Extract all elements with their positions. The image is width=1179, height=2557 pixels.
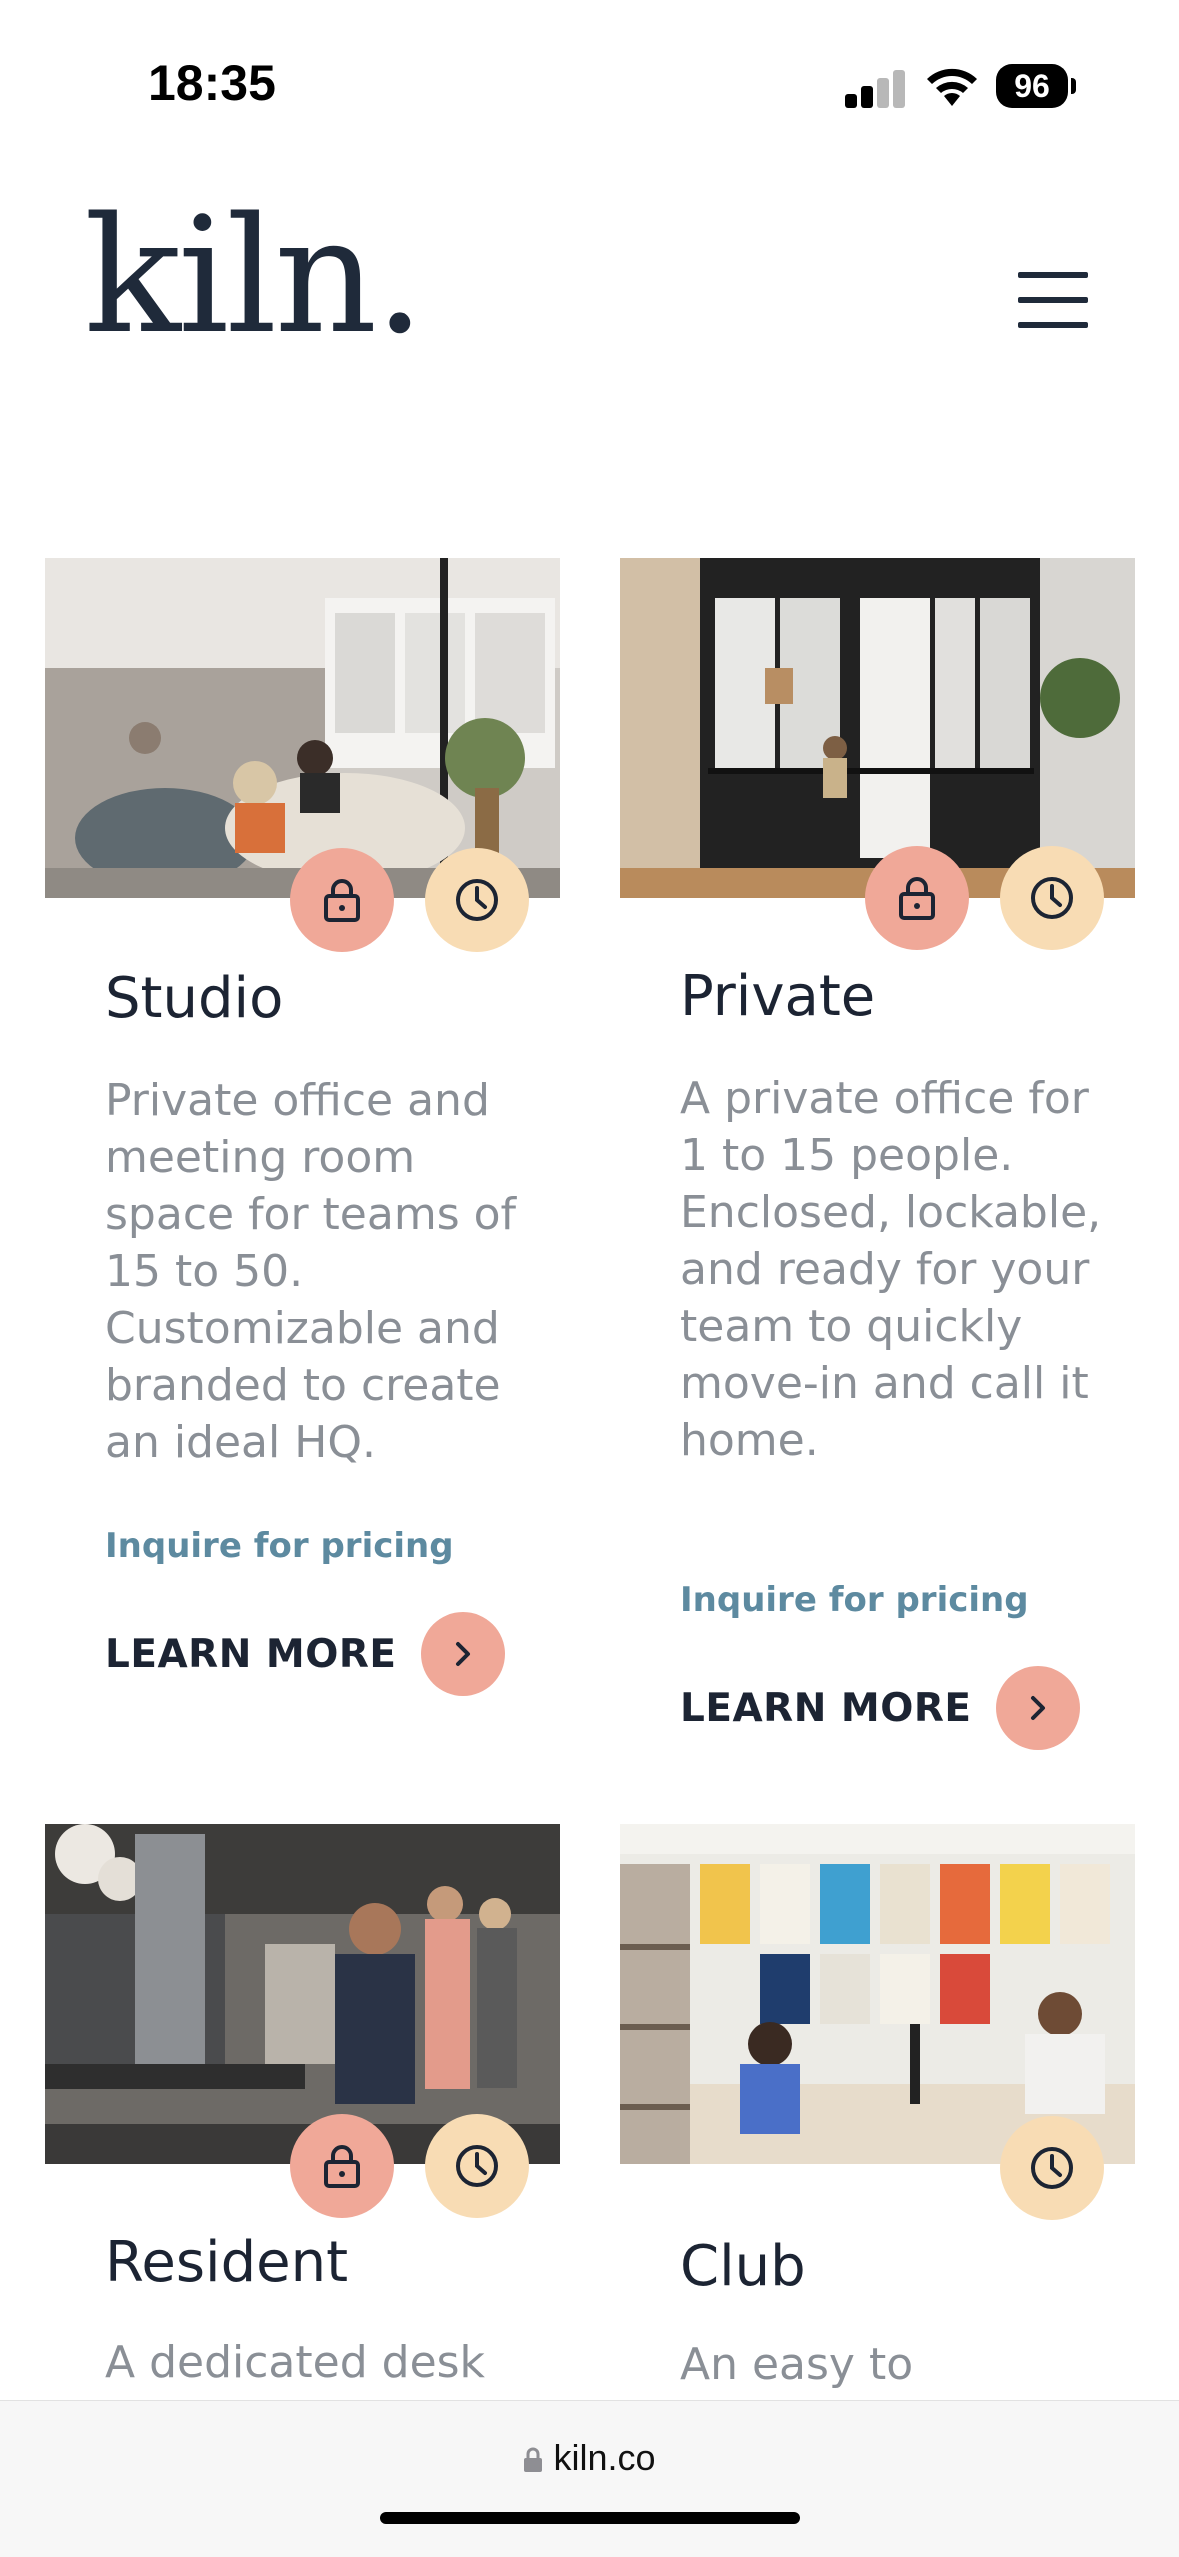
card-club: Club An easy to: [620, 1824, 1135, 2390]
battery-level: 96: [996, 64, 1068, 108]
inquire-pricing-link[interactable]: Inquire for pricing: [105, 1526, 454, 1566]
card-studio: Studio Private office and meeting room s…: [45, 558, 560, 1708]
url-text: kiln.co: [553, 2437, 656, 2478]
lock-badge-icon: [290, 848, 394, 952]
card-title: Club: [680, 2234, 806, 2299]
lock-badge-icon: [865, 846, 969, 950]
card-description: A private office for 1 to 15 people. Enc…: [680, 1073, 1102, 1466]
browser-address-bar[interactable]: kiln.co: [0, 2400, 1179, 2557]
status-time: 18:35: [148, 55, 276, 111]
hamburger-menu-icon[interactable]: [1018, 272, 1090, 328]
chevron-right-icon[interactable]: [420, 1612, 505, 1696]
card-title: Studio: [105, 966, 284, 1031]
inquire-pricing-link[interactable]: Inquire for pricing: [680, 1580, 1029, 1620]
battery-icon: 96: [996, 64, 1076, 110]
clock-badge-icon: [1000, 2116, 1104, 2220]
home-indicator[interactable]: [380, 2512, 800, 2524]
status-bar: 18:35 96: [0, 0, 1179, 150]
kiln-logo[interactable]: kiln.: [84, 196, 425, 356]
card-title: Resident: [105, 2230, 349, 2295]
learn-more-button[interactable]: LEARN MORE: [105, 1612, 505, 1696]
clock-badge-icon: [425, 848, 529, 952]
wifi-icon: [927, 68, 977, 106]
lock-icon: [524, 2448, 543, 2473]
resident-photo: [45, 1824, 560, 2164]
learn-more-label[interactable]: LEARN MORE: [105, 1632, 397, 1677]
card-resident: Resident A dedicated desk: [45, 1824, 560, 2388]
clock-badge-icon: [1000, 846, 1104, 950]
card-title: Private: [680, 964, 876, 1029]
clock-badge-icon: [425, 2114, 529, 2218]
card-description: A dedicated desk: [105, 2337, 486, 2388]
learn-more-label[interactable]: LEARN MORE: [680, 1686, 972, 1731]
url-field[interactable]: kiln.co: [0, 2437, 1179, 2479]
lock-badge-icon: [290, 2114, 394, 2218]
card-description: Private office and meeting room space fo…: [105, 1075, 517, 1468]
learn-more-button[interactable]: LEARN MORE: [680, 1666, 1080, 1750]
card-private: Private A private office for 1 to 15 peo…: [620, 558, 1135, 1758]
cellular-signal-icon: [845, 68, 905, 108]
club-photo: [620, 1824, 1135, 2164]
card-description: An easy to: [680, 2339, 914, 2390]
chevron-right-icon[interactable]: [995, 1666, 1080, 1750]
studio-photo: [45, 558, 560, 898]
